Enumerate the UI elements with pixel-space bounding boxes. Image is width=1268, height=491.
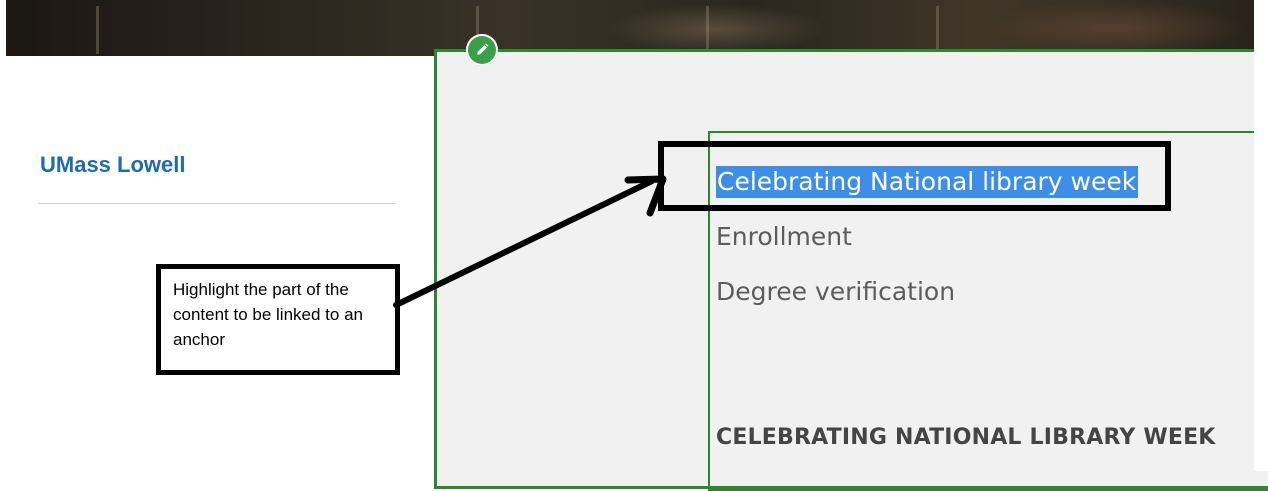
edit-button[interactable] [466,34,498,66]
annotation-arrow [393,175,667,308]
pencil-icon [477,43,489,55]
